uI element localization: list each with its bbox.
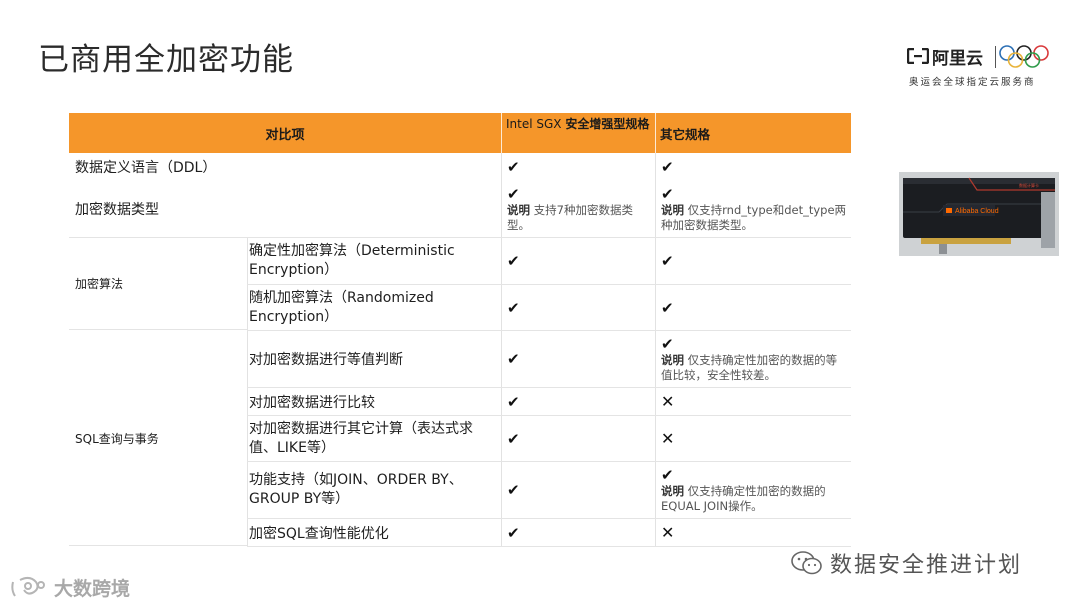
- other-note: 说明 仅支持确定性加密的数据的EQUAL JOIN操作。: [661, 484, 847, 514]
- row-label: 随机加密算法（Randomized Encryption）: [249, 289, 434, 325]
- table-row: 数据定义语言（DDL） ✔ ✔: [69, 153, 851, 181]
- header-other-spec: 其它规格: [660, 126, 711, 142]
- note-text: 仅支持rnd_type和det_type两种加密数据类型。: [661, 203, 847, 232]
- source-logo-icon: [11, 576, 45, 597]
- other-check-icon: ✔: [661, 298, 674, 317]
- alibaba-cloud-logo: 阿里云 奥运会全球指定云服务商: [905, 42, 1055, 90]
- logo-tagline: 奥运会全球指定云服务商: [909, 77, 1036, 88]
- other-check-icon: ✔: [661, 335, 674, 353]
- group-label-encryption-algorithm: 加密算法: [69, 238, 247, 330]
- header-sgx-spec: Intel SGX 安全增强型规格: [501, 113, 655, 153]
- row-label: 确定性加密算法（Deterministic Encryption）: [249, 243, 455, 278]
- gpu-small-text: 数据计算卡: [1019, 182, 1039, 188]
- wechat-icon: [791, 551, 822, 575]
- corner-watermark: 大数跨境: [10, 574, 130, 601]
- watermark: 数据安全推进计划: [790, 547, 1022, 579]
- header-sgx-bold: 安全增强型规格: [565, 117, 650, 131]
- note-label: 说明: [507, 203, 530, 217]
- logo-divider: [995, 46, 996, 68]
- row-label: 加密SQL查询性能优化: [249, 525, 389, 542]
- olympic-rings-icon: [999, 45, 1049, 68]
- other-check-icon: ✔: [661, 252, 674, 270]
- row-label: 数据定义语言（DDL）: [75, 160, 217, 176]
- other-cell: ✔ 说明 仅支持rnd_type和det_type两种加密数据类型。: [661, 181, 847, 237]
- table-row: 对加密数据进行等值判断 ✔ ✔ 说明 仅支持确定性加密的数据的等值比较，安全性较…: [247, 331, 851, 388]
- group-label-sql-query: SQL查询与事务: [69, 331, 247, 546]
- sgx-check-icon: ✔: [507, 429, 520, 448]
- sgx-cell: ✔ 说明 支持7种加密数据类型。: [507, 181, 651, 237]
- header-divider: [655, 113, 656, 153]
- other-check-icon: ✔: [661, 158, 674, 176]
- sgx-check-icon: ✔: [507, 392, 520, 411]
- table-row: 对加密数据进行比较 ✔ ✕: [247, 388, 851, 416]
- sgx-check-icon: ✔: [507, 298, 520, 317]
- sgx-check-icon: ✔: [507, 158, 520, 176]
- row-label: 加密数据类型: [75, 202, 159, 218]
- table-row: 加密SQL查询性能优化 ✔ ✕: [247, 519, 851, 547]
- row-label: 功能支持（如JOIN、ORDER BY、GROUP BY等）: [249, 472, 463, 507]
- logo-brand: 阿里云: [932, 49, 983, 69]
- note-label: 说明: [661, 203, 684, 217]
- page-title: 已商用全加密功能: [38, 42, 294, 78]
- sgx-check-icon: ✔: [507, 350, 520, 368]
- row-label: 对加密数据进行等值判断: [249, 352, 403, 368]
- row-label: 对加密数据进行其它计算（表达式求值、LIKE等）: [249, 420, 473, 456]
- comparison-table: 对比项 Intel SGX 安全增强型规格 其它规格 数据定义语言（DDL） ✔…: [69, 113, 851, 547]
- header-sgx-light: Intel SGX: [506, 117, 566, 131]
- note-text: 仅支持确定性加密的数据的EQUAL JOIN操作。: [661, 484, 826, 513]
- alibaba-cloud-mark-icon: [907, 48, 929, 64]
- header-compare-item: 对比项: [265, 127, 305, 143]
- sgx-note: 说明 支持7种加密数据类型。: [507, 203, 651, 233]
- other-cross-icon: ✕: [661, 523, 675, 542]
- note-text: 仅支持确定性加密的数据的等值比较，安全性较差。: [661, 353, 838, 382]
- table-row: 功能支持（如JOIN、ORDER BY、GROUP BY等） ✔ ✔ 说明 仅支…: [247, 462, 851, 519]
- other-note: 说明 仅支持确定性加密的数据的等值比较，安全性较差。: [661, 353, 847, 383]
- other-check-icon: ✔: [661, 466, 674, 484]
- header-divider: [501, 113, 502, 153]
- sgx-check-icon: ✔: [507, 523, 520, 542]
- watermark-text: 数据安全推进计划: [830, 553, 1023, 578]
- sgx-check-icon: ✔: [507, 252, 520, 270]
- table-header: 对比项 Intel SGX 安全增强型规格 其它规格: [69, 113, 851, 153]
- sgx-check-icon: ✔: [507, 481, 520, 499]
- other-note: 说明 仅支持rnd_type和det_type两种加密数据类型。: [661, 203, 847, 233]
- sgx-check-icon: ✔: [507, 185, 520, 203]
- other-cross-icon: ✕: [661, 429, 675, 448]
- note-label: 说明: [661, 484, 684, 498]
- table-row: 对加密数据进行其它计算（表达式求值、LIKE等） ✔ ✕: [247, 416, 851, 462]
- row-label: 对加密数据进行比较: [249, 394, 375, 411]
- corner-watermark-text: 大数跨境: [54, 578, 131, 600]
- other-cell: ✔ 说明 仅支持确定性加密的数据的EQUAL JOIN操作。: [661, 462, 847, 518]
- table-row: 加密数据类型 ✔ 说明 支持7种加密数据类型。 ✔ 说明 仅支持rnd_type…: [69, 181, 851, 238]
- other-check-icon: ✔: [661, 185, 674, 203]
- sgx-accelerator-card-image: Alibaba Cloud 数据计算卡: [899, 172, 1059, 256]
- note-label: 说明: [661, 353, 684, 367]
- gpu-brand-text: Alibaba Cloud: [955, 208, 999, 215]
- other-cross-icon: ✕: [661, 392, 675, 411]
- table-row: 确定性加密算法（Deterministic Encryption） ✔ ✔: [247, 238, 851, 285]
- other-cell: ✔ 说明 仅支持确定性加密的数据的等值比较，安全性较差。: [661, 331, 847, 387]
- table-row: 随机加密算法（Randomized Encryption） ✔ ✔: [247, 285, 851, 331]
